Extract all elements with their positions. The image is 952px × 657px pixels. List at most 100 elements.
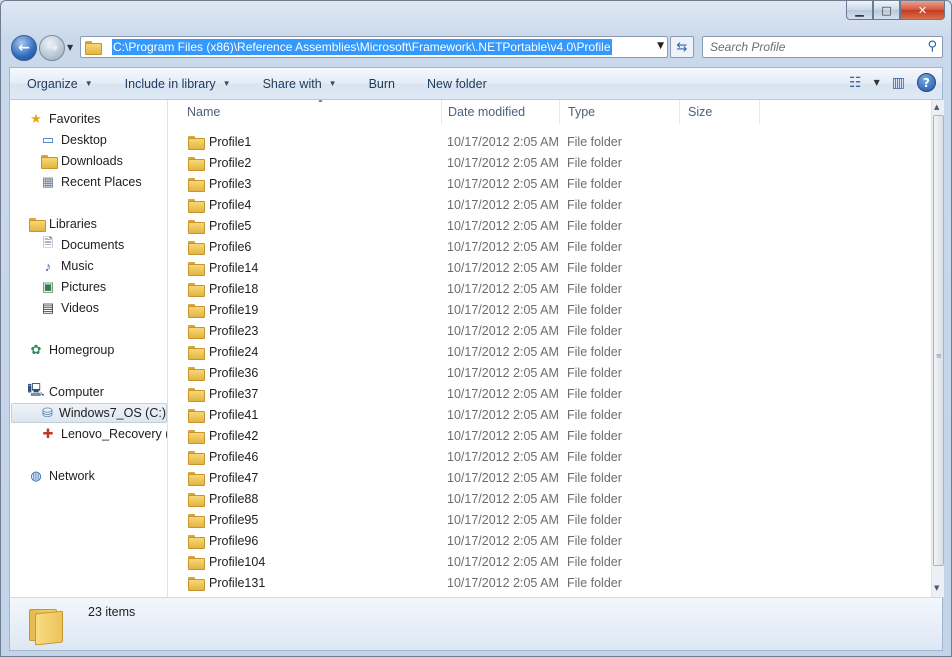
file-name-cell[interactable]: Profile1 [188,135,251,150]
sidebar-item-lenovo-recovery[interactable]: ✚ Lenovo_Recovery (Q [40,424,167,444]
file-name-cell[interactable]: Profile131 [188,576,265,591]
table-row[interactable]: Profile96 10/17/2012 2:05 AM File folder [168,530,768,551]
file-name-cell[interactable]: Profile104 [188,555,265,570]
search-input[interactable] [710,37,920,57]
file-name-cell[interactable]: Profile41 [188,408,258,423]
table-row[interactable]: Profile46 10/17/2012 2:05 AM File folder [168,446,768,467]
file-name-cell[interactable]: Profile46 [188,450,258,465]
search-box[interactable]: ⚲ [702,36,943,58]
table-row[interactable]: Profile37 10/17/2012 2:05 AM File folder [168,383,768,404]
help-button[interactable]: ? [917,73,936,92]
file-name: Profile88 [209,491,259,506]
sidebar-item-videos[interactable]: ▤ Videos [40,298,99,318]
table-row[interactable]: Profile47 10/17/2012 2:05 AM File folder [168,467,768,488]
vertical-scrollbar[interactable]: ▲ ≡ ▼ [931,100,944,597]
folder-icon [188,261,205,276]
table-row[interactable]: Profile36 10/17/2012 2:05 AM File folder [168,362,768,383]
close-button[interactable]: ✕ [900,1,945,20]
sidebar-item-network[interactable]: ◍ Network [28,466,95,486]
sidebar-item-windows7-os[interactable]: ⛁ Windows7_OS (C:) [11,403,167,423]
change-view-button[interactable]: ☷ [849,75,862,91]
minimize-button[interactable]: ▁ [846,1,873,20]
file-name-cell[interactable]: Profile4 [188,198,251,213]
file-name-cell[interactable]: Profile95 [188,512,259,528]
table-row[interactable]: Profile95 10/17/2012 2:05 AM File folder [168,509,768,530]
file-name-cell[interactable]: Profile18 [188,282,258,297]
table-row[interactable]: Profile14 10/17/2012 2:05 AM File folder [168,257,768,278]
search-icon[interactable]: ⚲ [927,39,937,54]
folder-icon [188,324,205,339]
sidebar-item-music[interactable]: ♪ Music [40,256,94,276]
table-row[interactable]: Profile6 10/17/2012 2:05 AM File folder [168,236,768,257]
back-button[interactable]: ← [11,35,37,61]
table-row[interactable]: Profile1 10/17/2012 2:05 AM File folder [168,131,768,152]
address-bar[interactable]: C:\Program Files (x86)\Reference Assembl… [80,36,668,58]
column-date-label: Date modified [448,105,526,119]
scroll-up-icon[interactable]: ▲ [934,103,939,111]
file-name-cell[interactable]: Profile42 [188,428,259,444]
table-row[interactable]: Profile88 10/17/2012 2:05 AM File folder [168,488,768,509]
file-name-cell[interactable]: Profile24 [188,345,258,360]
refresh-button[interactable]: ⇆ [670,36,694,58]
file-name-cell[interactable]: Profile6 [188,240,251,255]
file-name-cell[interactable]: Profile96 [188,534,258,549]
share-with-button[interactable]: Share with ▼ [246,77,352,91]
file-name-cell[interactable]: Profile14 [188,261,258,276]
sidebar-item-libraries[interactable]: Libraries [28,214,97,234]
column-header-size[interactable]: Size [680,100,760,124]
address-dropdown-icon[interactable]: ▼ [657,41,664,51]
table-row[interactable]: Profile4 10/17/2012 2:05 AM File folder [168,194,768,215]
folder-icon [188,240,205,255]
file-name-cell[interactable]: Profile37 [188,387,258,402]
sidebar-item-pictures[interactable]: ▣ Pictures [40,277,106,297]
type-cell: File folder [567,407,622,422]
table-row[interactable]: Profile3 10/17/2012 2:05 AM File folder [168,173,768,194]
column-header-date-modified[interactable]: Date modified [440,100,560,124]
table-row[interactable]: Profile131 10/17/2012 2:05 AM File folder [168,572,768,593]
file-name: Profile42 [209,428,259,443]
column-header-type[interactable]: Type [560,100,680,124]
scroll-thumb[interactable]: ≡ [933,115,944,566]
table-row[interactable]: Profile104 10/17/2012 2:05 AM File folder [168,551,768,572]
table-row[interactable]: Profile42 10/17/2012 2:05 AM File folder [168,425,768,446]
table-row[interactable]: Profile19 10/17/2012 2:05 AM File folder [168,299,768,320]
recent-pages-dropdown[interactable]: ▼ [67,43,73,52]
new-folder-button[interactable]: New folder [410,77,502,91]
sidebar-item-recent-places[interactable]: ▦ Recent Places [40,172,142,192]
file-name-cell[interactable]: Profile36 [188,366,258,381]
file-name-cell[interactable]: Profile47 [188,471,258,486]
folder-icon [188,177,205,192]
sidebar-item-computer[interactable]: 🖳 Computer [27,382,104,402]
table-row[interactable]: Profile41 10/17/2012 2:05 AM File folder [168,404,768,425]
sidebar-item-downloads[interactable]: Downloads [40,151,123,171]
file-name: Profile95 [209,512,259,527]
table-row[interactable]: Profile5 10/17/2012 2:05 AM File folder [168,215,768,236]
preview-pane-button[interactable]: ▥ [892,75,905,91]
file-name-cell[interactable]: Profile5 [188,219,251,234]
folder-icon [188,282,205,297]
include-in-library-button[interactable]: Include in library ▼ [108,77,246,91]
file-name-cell[interactable]: Profile23 [188,324,258,339]
scroll-down-icon[interactable]: ▼ [934,584,939,592]
organize-button[interactable]: Organize ▼ [10,77,108,91]
file-name-cell[interactable]: Profile2 [188,156,251,171]
view-options-dropdown[interactable]: ▼ [874,78,880,87]
table-row[interactable]: Profile23 10/17/2012 2:05 AM File folder [168,320,768,341]
burn-button[interactable]: Burn [352,77,410,91]
file-name-cell[interactable]: Profile3 [188,177,251,192]
folder-icon [188,156,205,171]
file-name-cell[interactable]: Profile88 [188,491,259,507]
table-row[interactable]: Profile2 10/17/2012 2:05 AM File folder [168,152,768,173]
maximize-button[interactable]: □ [873,1,900,20]
sidebar-item-homegroup[interactable]: ✿ Homegroup [28,340,115,360]
file-name-cell[interactable]: Profile19 [188,303,258,318]
sidebar-item-desktop[interactable]: ▭ Desktop [40,130,107,150]
column-header-name[interactable]: Name ▲ [179,100,442,124]
sidebar-item-favorites[interactable]: ★ Favorites [28,109,100,129]
table-row[interactable]: Profile24 10/17/2012 2:05 AM File folder [168,341,768,362]
forward-button[interactable]: → [39,35,65,61]
sidebar-item-documents[interactable]: 🗎 Documents [40,235,124,255]
address-path[interactable]: C:\Program Files (x86)\Reference Assembl… [112,39,612,55]
table-row[interactable]: Profile18 10/17/2012 2:05 AM File folder [168,278,768,299]
date-modified-cell: 10/17/2012 2:05 AM [447,386,559,401]
